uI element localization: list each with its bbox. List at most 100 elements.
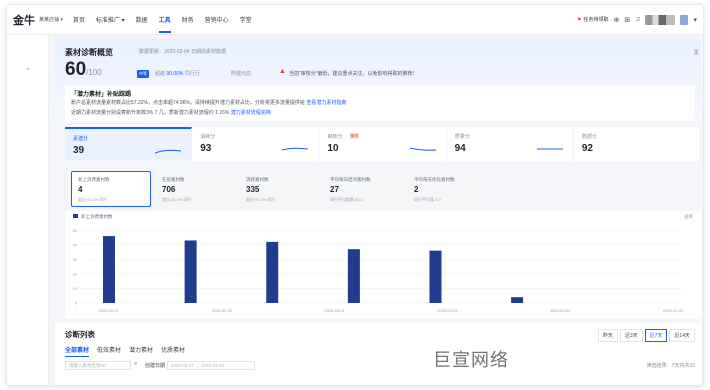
metric-value: 93 bbox=[200, 143, 212, 154]
subcard-daily-avg[interactable]: 平均每天结对素材数 27 同行平均值数 60.0 bbox=[323, 171, 403, 207]
range-7-days[interactable]: 近7天 bbox=[644, 329, 668, 342]
subcard-foot: 同行平均值数 60.0 bbox=[330, 197, 363, 202]
x-tick-label: 2020-02-29 bbox=[212, 308, 233, 313]
nav-item-home[interactable]: 首页 bbox=[73, 15, 85, 24]
subcard-new-materials[interactable]: 新上消费素材数 4 超出 63.0% 同行 bbox=[71, 171, 151, 207]
y-tick-label: 20 bbox=[73, 271, 78, 276]
tab-all-materials[interactable]: 全部素材 bbox=[65, 345, 90, 357]
bar bbox=[511, 297, 524, 303]
search-input[interactable]: 请输入素材名称/ID bbox=[65, 361, 131, 370]
subcard-value: 706 bbox=[162, 185, 176, 194]
subcard-foot: 超出 54.0% 同行 bbox=[162, 197, 192, 202]
avatar[interactable] bbox=[645, 14, 676, 25]
card-line-1: 账户总素材流量素材数占比57.22%，点击率超74.96%，请持续提升潜力素材占… bbox=[71, 99, 346, 106]
tab-quality[interactable]: 优质素材 bbox=[161, 345, 185, 357]
date-range-picker[interactable]: 2020-02-27 → 2020-03-05 bbox=[167, 361, 255, 370]
subcard-value: 2 bbox=[414, 185, 419, 194]
subcard-label: 消耗素材数 bbox=[246, 177, 269, 182]
nav-item-academy[interactable]: 学堂 bbox=[240, 15, 252, 24]
nav-item-finance[interactable]: 财务 bbox=[182, 15, 194, 24]
x-tick-label: 2020-03-01 bbox=[324, 308, 345, 313]
beat-suffix: 同行行 bbox=[184, 71, 200, 77]
potential-material-card: 「潜力素材」补贴踩踢 账户总素材流量素材数占比57.22%，点击率超74.96%… bbox=[65, 85, 695, 121]
sparkline bbox=[536, 148, 563, 150]
subcard-spending-materials[interactable]: 消耗素材数 335 超出 67.0% 同行 bbox=[239, 171, 319, 207]
x-tick-label: 2020-03-03 bbox=[437, 308, 458, 313]
right-edge-label: 集 bbox=[693, 50, 699, 56]
metric-value: 92 bbox=[581, 143, 593, 154]
range-selector: 昨天 近3天 近7天 近14天 bbox=[597, 329, 695, 342]
sidebar: ⌃ bbox=[7, 35, 49, 385]
overview-panel: 素材诊断概览 数据更新：2020-03-04 日期前素材数据 60/100 中等… bbox=[55, 39, 701, 123]
range-3-days[interactable]: 近3天 bbox=[619, 329, 643, 342]
chevron-up-icon[interactable]: ⌃ bbox=[25, 67, 31, 75]
nav-item-promotion[interactable]: 标准推广 ▾ bbox=[96, 15, 125, 24]
metric-material-score[interactable]: 素建分 39 bbox=[65, 127, 193, 161]
watermark-logo: 巨宣网络 bbox=[433, 350, 509, 371]
bar bbox=[347, 249, 360, 303]
grid-icon[interactable]: ⊞ bbox=[624, 16, 630, 24]
subcard-active-materials[interactable]: 在投素材数 706 超出 54.0% 同行 bbox=[155, 171, 235, 207]
card-line-1-link[interactable]: 查看潜力素材指南 bbox=[306, 100, 346, 106]
x-tick-label: 2020-02-27 bbox=[99, 308, 120, 313]
nav-item-tools[interactable]: 工具 bbox=[158, 15, 171, 33]
task-center-link[interactable]: 任务待领取 bbox=[577, 16, 608, 23]
chevron-down-icon[interactable]: ▾ bbox=[693, 16, 697, 24]
range-yesterday[interactable]: 昨天 bbox=[597, 329, 618, 342]
y-tick-label: 40 bbox=[73, 242, 78, 247]
metric-spend-score[interactable]: 消耗分 93 bbox=[192, 127, 320, 161]
legend-label: 新上消费素材数 bbox=[81, 213, 113, 220]
score-value: 60 bbox=[65, 59, 87, 80]
metric-label: 质量分 bbox=[454, 134, 470, 140]
nav-item-data[interactable]: 数据 bbox=[136, 15, 148, 24]
subcard-value: 4 bbox=[78, 185, 83, 194]
card-line-2-link[interactable]: 潜力素材流程完档 bbox=[231, 110, 271, 116]
metric-quality-score[interactable]: 质量分 94 bbox=[447, 127, 574, 161]
date-label: 创建日期 bbox=[145, 363, 166, 369]
nav-item-marketing[interactable]: 营销中心 bbox=[205, 15, 229, 24]
range-14-days[interactable]: 近14天 bbox=[669, 329, 695, 342]
bar bbox=[103, 236, 115, 303]
shop-selector[interactable]: 某某店铺 ▾ bbox=[39, 16, 63, 23]
account-icon[interactable] bbox=[680, 14, 689, 25]
beat-label: 超越 bbox=[155, 71, 166, 77]
subcard-value: 335 bbox=[246, 185, 260, 194]
metric-label: 审核分 bbox=[327, 134, 343, 140]
metric-value: 39 bbox=[73, 145, 85, 156]
chart-right-label: 查看 bbox=[684, 213, 693, 220]
card-line-2: 近期力素材流量分别设算新升条数3% 7 几，质新潜力素材流程约 1.26% 潜力… bbox=[71, 109, 271, 116]
bar bbox=[429, 250, 442, 303]
brand-logo[interactable]: 金牛 bbox=[13, 12, 35, 28]
app-window: 金牛 某某店铺 ▾ 首页 标准推广 ▾ 数据 工具 财务 营销中心 学堂 任务待… bbox=[6, 4, 704, 386]
sparkline bbox=[282, 147, 309, 151]
plus-circle-icon[interactable]: ⊕ bbox=[613, 16, 619, 24]
metric-label: 消耗分 bbox=[200, 134, 216, 140]
tab-low-efficiency[interactable]: 低效素材 bbox=[97, 345, 121, 357]
metric-review-score[interactable]: 审核分 偏低 10 bbox=[319, 127, 447, 161]
tab-potential[interactable]: 潜力素材 bbox=[129, 345, 153, 357]
metric-label: 素建分 bbox=[73, 136, 89, 142]
subcard-daily-optimized[interactable]: 平均每天优化素材数 2 同行平均值 3.0 bbox=[407, 171, 487, 207]
bell-icon[interactable]: ♫ bbox=[635, 16, 640, 23]
subcard-label: 在投素材数 bbox=[162, 177, 185, 182]
top-navigation: 金牛 某某店铺 ▾ 首页 标准推广 ▾ 数据 工具 财务 营销中心 学堂 任务待… bbox=[7, 5, 703, 35]
y-tick-label: 50 bbox=[73, 228, 78, 233]
sparkline bbox=[155, 149, 182, 154]
metric-value: 10 bbox=[327, 143, 339, 154]
overview-update-time: 数据更新：2020-03-04 日期前素材数据 bbox=[139, 49, 226, 55]
bar bbox=[184, 240, 197, 303]
metric-label: 数据分 bbox=[581, 134, 597, 140]
legend-swatch bbox=[73, 214, 78, 218]
subcard-foot: 超出 67.0% 同行 bbox=[246, 197, 276, 202]
bar bbox=[266, 241, 279, 303]
filter-summary: 筛选结果：7天内共15 bbox=[646, 363, 695, 369]
metric-value: 94 bbox=[454, 143, 466, 154]
overview-title: 素材诊断概览 bbox=[65, 48, 113, 57]
beat-percent: 90.00% bbox=[166, 71, 184, 77]
card-line-1-text: 账户总素材流量素材数占比57.22%，点击率超74.96%，请持续提升潜力素材占… bbox=[71, 100, 305, 106]
card-line-2-text: 近期力素材流量分别设算新升条数3% bbox=[71, 110, 154, 116]
search-icon[interactable]: ⌕ bbox=[134, 361, 137, 368]
metric-data-score[interactable]: 数据分 92 bbox=[574, 127, 702, 161]
sparkline bbox=[409, 147, 436, 151]
trend-chart: 新上消费素材数 查看 0 10 20 30 40 50 2020-02-27 2020-02-29… bbox=[65, 211, 701, 319]
